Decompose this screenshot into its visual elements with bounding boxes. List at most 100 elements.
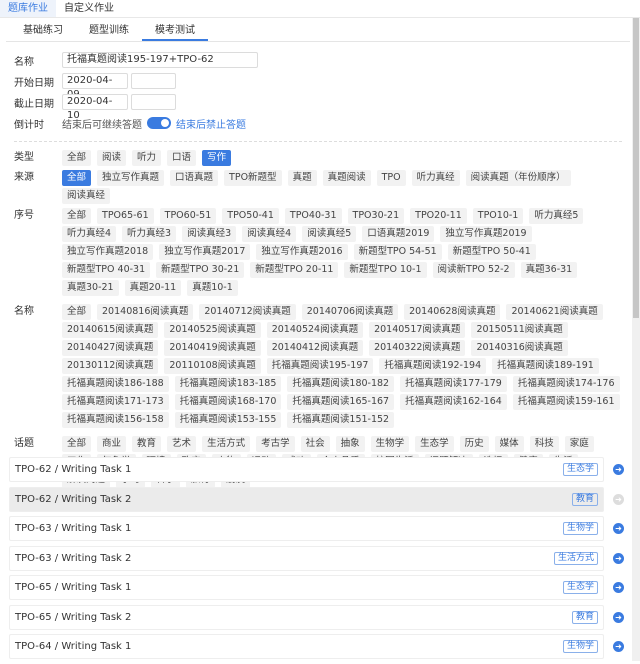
filter-tag[interactable]: 20140316阅读真题 [471, 340, 568, 356]
list-item-box[interactable]: TPO-63 / Writing Task 2 生活方式 [9, 545, 604, 571]
filter-tag[interactable]: 听力真经5 [529, 208, 584, 224]
filter-tag[interactable]: 听力真经 [411, 170, 460, 186]
list-item-box[interactable]: TPO-65 / Writing Task 2 教育 [9, 604, 604, 630]
arrow-right-icon[interactable]: ➜ [613, 582, 624, 593]
filter-tag[interactable]: 独立写作真题2016 [256, 244, 348, 260]
start-time-input[interactable] [131, 73, 176, 89]
filter-tag[interactable]: 独立写作真题 [97, 170, 165, 186]
filter-tag[interactable]: 全部 [62, 436, 92, 452]
list-item[interactable]: TPO-63 / Writing Task 1 生物学 ➜ [9, 516, 624, 541]
filter-tag[interactable]: 商业 [97, 436, 127, 452]
filter-tag[interactable]: 听力真经4 [62, 226, 117, 242]
filter-tag[interactable]: 20110108阅读真题 [164, 358, 261, 374]
filter-tag[interactable]: 托福真题阅读165-167 [287, 394, 395, 410]
filter-tag[interactable]: 家庭 [564, 436, 594, 452]
filter-tag[interactable]: 20140517阅读真题 [369, 322, 466, 338]
filter-tag[interactable]: 生物学 [370, 436, 410, 452]
filter-tag[interactable]: 20140816阅读真题 [97, 304, 194, 320]
list-item-box[interactable]: TPO-62 / Writing Task 2 教育 [9, 486, 604, 512]
filter-tag[interactable]: 独立写作真题2019 [440, 226, 532, 242]
filter-tag[interactable]: 新题型TPO 54-51 [353, 244, 442, 260]
scrollbar[interactable] [632, 18, 640, 661]
countdown-toggle[interactable] [147, 117, 171, 129]
filter-tag[interactable]: 科技 [529, 436, 559, 452]
filter-tag[interactable]: 媒体 [494, 436, 524, 452]
filter-tag[interactable]: 真题阅读 [322, 170, 371, 186]
filter-tag[interactable]: 抽象 [335, 436, 365, 452]
filter-tag[interactable]: 历史 [459, 436, 489, 452]
scrollbar-thumb[interactable] [633, 18, 639, 318]
filter-tag[interactable]: 阅读真经3 [182, 226, 237, 242]
filter-tag[interactable]: 托福真题阅读195-197 [266, 358, 374, 374]
filter-tag[interactable]: 生态学 [415, 436, 454, 452]
filter-tag[interactable]: 新题型TPO 20-11 [250, 262, 339, 278]
filter-tag[interactable]: 新题型TPO 30-21 [156, 262, 245, 278]
name-input[interactable]: 托福真题阅读195-197+TPO-62 [62, 52, 258, 68]
arrow-right-icon[interactable]: ➜ [613, 523, 624, 534]
end-date-input[interactable]: 2020-04-10 [62, 94, 128, 121]
filter-tag[interactable]: 托福真题阅读189-191 [492, 358, 599, 374]
filter-tag[interactable]: 考古学 [256, 436, 295, 452]
arrow-right-icon[interactable]: ➜ [613, 641, 624, 652]
filter-tag[interactable]: TPO30-21 [347, 208, 405, 224]
filter-tag[interactable]: 20140706阅读真题 [301, 304, 399, 320]
list-item[interactable]: TPO-65 / Writing Task 1 生态学 ➜ [9, 575, 624, 600]
filter-tag[interactable]: 艺术 [167, 436, 197, 452]
filter-tag[interactable]: 托福真题阅读192-194 [379, 358, 487, 374]
tab-question-bank[interactable]: 题库作业 [0, 0, 56, 17]
filter-tag[interactable]: TPO [376, 170, 406, 186]
filter-tag[interactable]: 听力真经3 [122, 226, 177, 242]
filter-tag[interactable]: 阅读真经5 [302, 226, 357, 242]
filter-tag[interactable]: 真题 [287, 170, 317, 186]
filter-tag[interactable]: 阅读新TPO 52-2 [432, 262, 515, 278]
list-item[interactable]: TPO-64 / Writing Task 1 生物学 ➜ [9, 634, 624, 659]
filter-tag[interactable]: 全部 [62, 170, 92, 186]
tab-mock-test[interactable]: 模考测试 [142, 20, 208, 41]
filter-tag[interactable]: 真题30-21 [62, 280, 119, 296]
filter-tag[interactable]: 托福真题阅读153-155 [174, 412, 282, 428]
filter-tag[interactable]: 全部 [62, 150, 92, 166]
start-date-input[interactable]: 2020-04-09 [62, 73, 128, 100]
filter-tag[interactable]: 20140628阅读真题 [404, 304, 501, 320]
arrow-right-icon[interactable]: ➜ [613, 464, 624, 475]
filter-tag[interactable]: TPO20-11 [410, 208, 467, 224]
filter-tag[interactable]: 阅读真题（年份顺序） [465, 170, 571, 186]
filter-tag[interactable]: 新题型TPO 50-41 [447, 244, 536, 260]
arrow-right-icon[interactable]: ➜ [613, 552, 624, 564]
filter-tag[interactable]: 托福真题阅读180-182 [287, 376, 395, 392]
filter-tag[interactable]: 20140412阅读真题 [266, 340, 364, 356]
filter-tag[interactable]: 独立写作真题2017 [159, 244, 251, 260]
end-time-input[interactable] [131, 94, 176, 110]
filter-tag[interactable]: 20130112阅读真题 [62, 358, 159, 374]
filter-tag[interactable]: 新题型TPO 10-1 [344, 262, 427, 278]
filter-tag[interactable]: 托福真题阅读162-164 [400, 394, 507, 410]
filter-tag[interactable]: 托福真题阅读168-170 [174, 394, 282, 410]
arrow-right-icon[interactable]: ➜ [613, 611, 624, 623]
filter-tag[interactable]: 托福真题阅读177-179 [400, 376, 507, 392]
filter-tag[interactable]: TPO10-1 [472, 208, 524, 224]
filter-tag[interactable]: 口语 [167, 150, 197, 166]
filter-tag[interactable]: 全部 [62, 304, 92, 320]
filter-tag[interactable]: 教育 [132, 436, 162, 452]
filter-tag[interactable]: TPO50-41 [222, 208, 279, 224]
tab-type-training[interactable]: 题型训练 [76, 20, 142, 41]
list-item-box[interactable]: TPO-65 / Writing Task 1 生态学 [9, 575, 604, 600]
filter-tag[interactable]: TPO新题型 [224, 170, 282, 186]
filter-tag[interactable]: 全部 [62, 208, 92, 224]
filter-tag[interactable]: 托福真题阅读186-188 [62, 376, 169, 392]
filter-tag[interactable]: 真题20-11 [124, 280, 182, 296]
filter-tag[interactable]: 独立写作真题2018 [62, 244, 154, 260]
filter-tag[interactable]: 20140524阅读真题 [266, 322, 364, 338]
filter-tag[interactable]: 20140621阅读真题 [506, 304, 603, 320]
filter-tag[interactable]: 20140322阅读真题 [369, 340, 466, 356]
list-item[interactable]: TPO-62 / Writing Task 1 生态学 ➜ [9, 457, 624, 482]
arrow-right-icon[interactable]: ➜ [613, 493, 624, 505]
filter-tag[interactable]: 20140712阅读真题 [199, 304, 296, 320]
list-item[interactable]: TPO-63 / Writing Task 2 生活方式 ➜ [9, 545, 624, 571]
filter-tag[interactable]: 20140427阅读真题 [62, 340, 159, 356]
filter-tag[interactable]: 口语真题 [170, 170, 219, 186]
filter-tag[interactable]: 真题36-31 [520, 262, 578, 278]
filter-tag[interactable]: 托福真题阅读171-173 [62, 394, 169, 410]
list-item-box[interactable]: TPO-62 / Writing Task 1 生态学 [9, 457, 604, 482]
filter-tag[interactable]: 阅读真经 [62, 188, 111, 204]
